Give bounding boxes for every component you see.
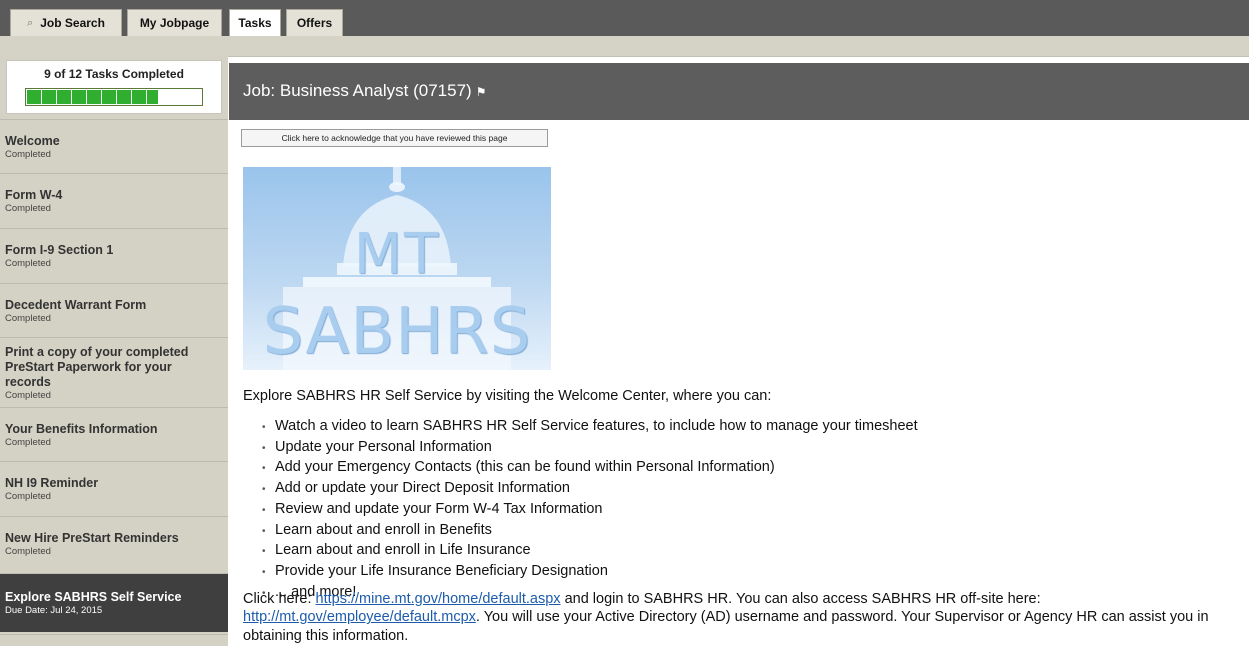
task-status: Completed [5, 491, 51, 502]
task-status: Completed [5, 312, 51, 324]
task-title: Form I-9 Section 1 [5, 243, 114, 257]
bullet-icon: • [262, 525, 266, 537]
tab-job-search[interactable]: ⌕ Job Search [10, 9, 122, 36]
list-item-text: Provide your Life Insurance Beneficiary … [275, 562, 608, 579]
task-item-explore-sabhrs[interactable]: Explore SABHRS Self Service Due Date: Ju… [0, 573, 228, 632]
progress-bar [25, 88, 203, 106]
feature-list: • Watch a video to learn SABHRS HR Self S… [262, 417, 918, 603]
task-item-decedent-warrant[interactable]: Decedent Warrant Form Completed [0, 283, 228, 337]
task-status: Due Date: Jul 24, 2015 [5, 605, 103, 616]
mine-mt-gov-link[interactable]: https://mine.mt.gov/home/default.aspx [316, 591, 561, 607]
para-text: and login to SABHRS HR. You can also acc… [560, 591, 1041, 607]
task-title: New Hire PreStart Reminders [5, 531, 179, 545]
bullet-icon: • [262, 442, 266, 454]
bullet-icon: • [262, 546, 266, 558]
list-item: • Update your Personal Information [262, 438, 918, 459]
bullet-icon: • [262, 484, 266, 496]
task-title: Form W-4 [5, 188, 63, 202]
tab-label: My Jobpage [139, 16, 210, 30]
bullet-icon: • [262, 463, 266, 475]
intro-text: Explore SABHRS HR Self Service by visiti… [243, 388, 772, 404]
task-title: Decedent Warrant Form [5, 297, 147, 312]
task-item-form-w4[interactable]: Form W-4 Completed [0, 173, 228, 228]
task-item-benefits[interactable]: Your Benefits Information Completed [0, 407, 228, 461]
bullet-icon: • [262, 504, 266, 516]
list-item-text: Update your Personal Information [275, 438, 492, 455]
sabhrs-logo: MT SABHRS [243, 167, 551, 370]
list-item-text: Learn about and enroll in Benefits [275, 521, 492, 538]
job-title: Job: Business Analyst (07157) ⚑ [243, 81, 486, 101]
logo-text-sabhrs: SABHRS [262, 295, 532, 369]
task-status: Completed [5, 436, 51, 448]
list-item: • Watch a video to learn SABHRS HR Self S… [262, 417, 918, 438]
task-title: Your Benefits Information [5, 421, 158, 436]
tab-label: Tasks [238, 16, 272, 30]
job-title-text: Job: Business Analyst (07157) [243, 81, 472, 100]
task-sidebar: 9 of 12 Tasks Completed Welcome Complete… [0, 56, 228, 646]
list-item: • Review and update your Form W-4 Tax Inf… [262, 500, 918, 521]
tab-my-jobpage[interactable]: My Jobpage [127, 9, 222, 36]
tab-label: Offers [296, 16, 333, 30]
task-title: Welcome [5, 133, 60, 148]
para-text: Click here: [243, 591, 316, 607]
flag-icon[interactable]: ⚑ [476, 85, 487, 99]
list-item-text: Learn about and enroll in Life Insurance [275, 542, 531, 559]
acknowledge-button[interactable]: Click here to acknowledge that you have … [241, 129, 548, 147]
job-header: Job: Business Analyst (07157) ⚑ [229, 63, 1249, 120]
list-item-text: Review and update your Form W-4 Tax Info… [275, 500, 603, 517]
search-icon: ⌕ [27, 16, 34, 29]
task-item-next[interactable] [0, 634, 228, 646]
bullet-icon: • [262, 422, 266, 433]
list-item: • Learn about and enroll in Life Insuranc… [262, 541, 918, 562]
login-instructions: Click here: https://mine.mt.gov/home/def… [243, 590, 1243, 645]
list-item-text: Add your Emergency Contacts (this can be… [275, 459, 775, 476]
task-title: Print a copy of your completed PreStart … [5, 344, 189, 389]
task-item-prestart-reminders[interactable]: New Hire PreStart Reminders Completed [0, 516, 228, 571]
list-item-text: Watch a video to learn SABHRS HR Self Se… [275, 418, 918, 434]
progress-bar-fill [27, 90, 158, 104]
logo-text-mt: MT [353, 222, 441, 287]
top-tab-bar: ⌕ Job Search My Jobpage Tasks Offers [0, 0, 1249, 36]
tab-tasks[interactable]: Tasks [229, 9, 281, 36]
list-item: • Learn about and enroll in Benefits [262, 521, 918, 542]
task-title: Explore SABHRS Self Service [5, 590, 182, 604]
bullet-icon: • [262, 566, 266, 578]
tab-label: Job Search [40, 16, 105, 30]
list-item: • Add or update your Direct Deposit Infor… [262, 479, 918, 500]
sub-toolbar [0, 36, 1249, 57]
task-item-form-i9[interactable]: Form I-9 Section 1 Completed [0, 228, 228, 283]
tab-offers[interactable]: Offers [286, 9, 343, 36]
list-item-text: Add or update your Direct Deposit Inform… [275, 480, 570, 497]
task-status: Completed [5, 258, 51, 269]
progress-label: 9 of 12 Tasks Completed [44, 67, 184, 81]
task-status: Completed [5, 389, 51, 401]
task-status: Completed [5, 148, 51, 160]
list-item: • Provide your Life Insurance Beneficiary… [262, 562, 918, 583]
task-item-nh-i9-reminder[interactable]: NH I9 Reminder Completed [0, 461, 228, 516]
task-title: NH I9 Reminder [5, 476, 99, 490]
task-status: Completed [5, 546, 51, 557]
employee-site-link[interactable]: http://mt.gov/employee/default.mcpx [243, 609, 476, 625]
list-item: • Add your Emergency Contacts (this can b… [262, 458, 918, 479]
task-item-welcome[interactable]: Welcome Completed [0, 119, 228, 173]
task-item-print-paperwork[interactable]: Print a copy of your completed PreStart … [0, 337, 228, 407]
task-progress-panel: 9 of 12 Tasks Completed [6, 60, 222, 114]
task-status: Completed [5, 203, 51, 214]
